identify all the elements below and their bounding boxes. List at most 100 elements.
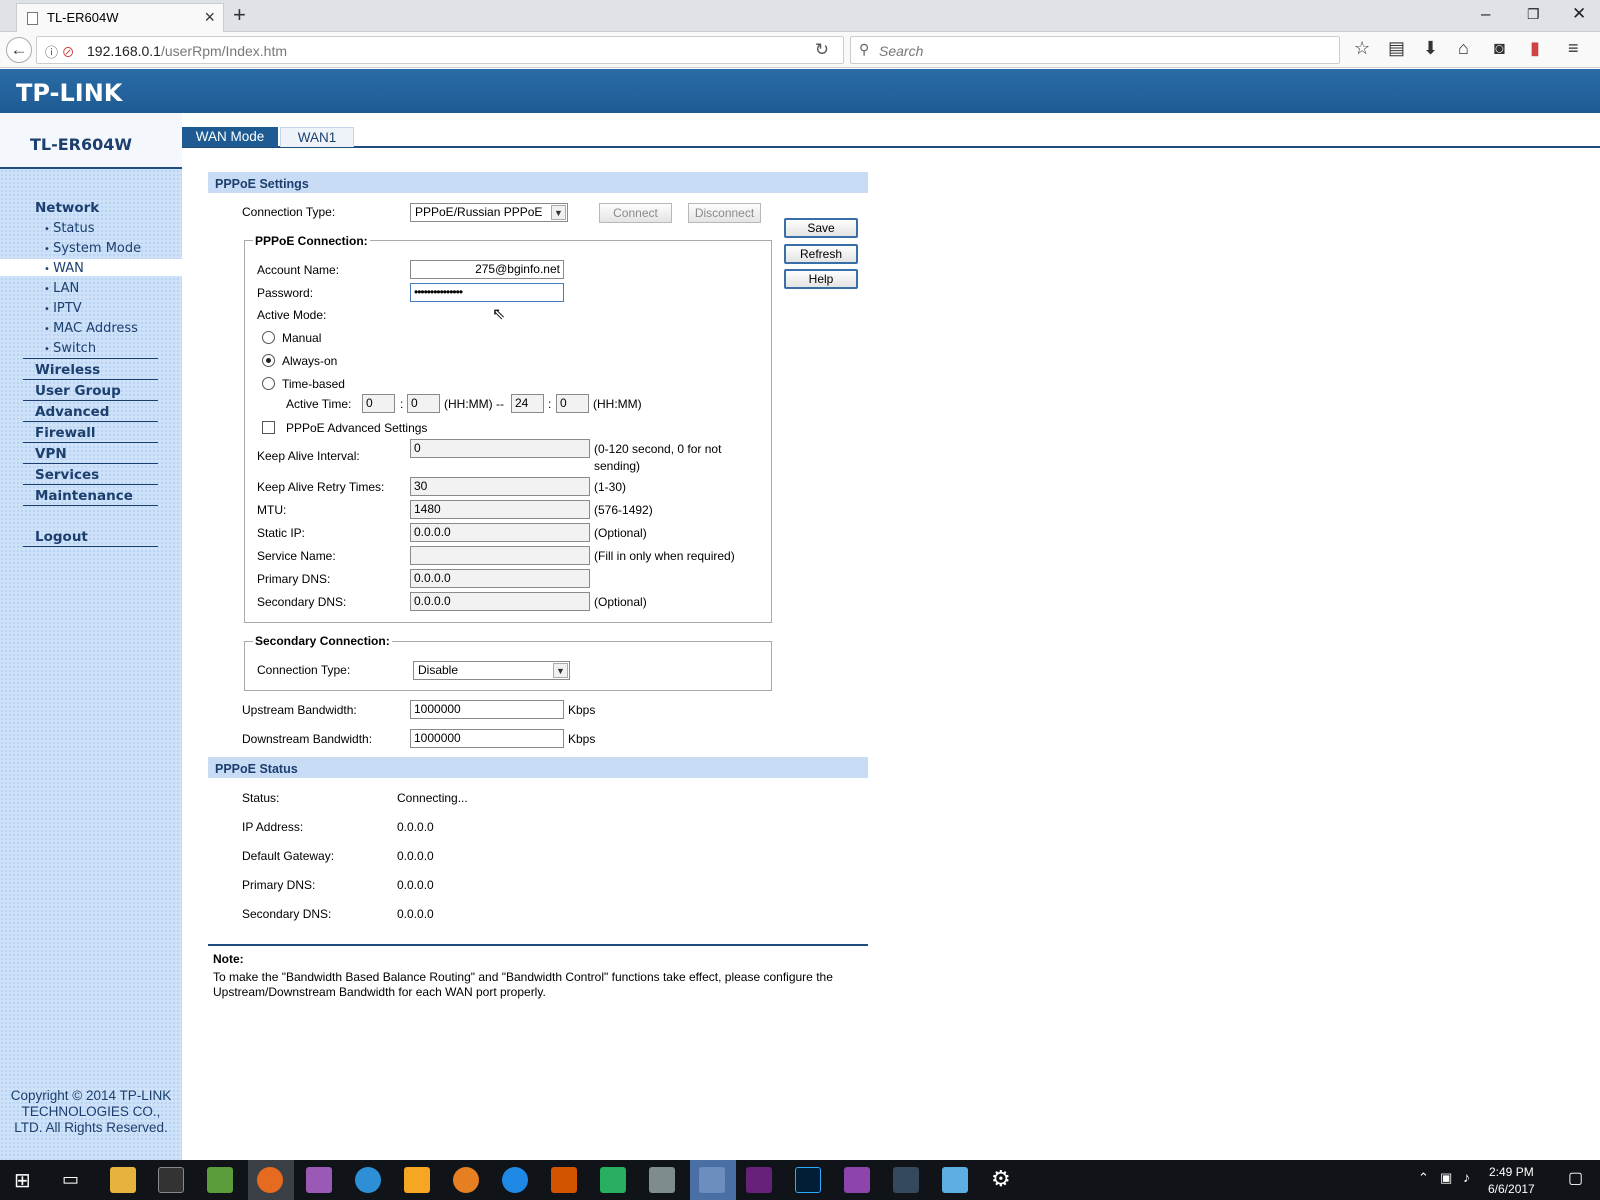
- status-label: Status:: [242, 791, 280, 805]
- upstream-bandwidth-input[interactable]: 1000000: [410, 700, 564, 719]
- url-bar[interactable]: ⓘ ⊘ 192.168.0.1/userRpm/Index.htm ↻: [36, 36, 844, 64]
- mtu-input[interactable]: 1480: [410, 500, 590, 519]
- menu-firewall[interactable]: Firewall: [35, 425, 96, 441]
- end-hour-input[interactable]: 24: [511, 394, 544, 413]
- end-minute-input[interactable]: 0: [556, 394, 589, 413]
- page-icon: [27, 12, 38, 25]
- start-hour-input[interactable]: 0: [362, 394, 395, 413]
- windows-start-icon[interactable]: ⊞: [14, 1168, 31, 1193]
- status-primary-dns-label: Primary DNS:: [242, 878, 316, 892]
- task-view-icon[interactable]: ▭: [62, 1169, 79, 1190]
- service-name-input[interactable]: [410, 546, 590, 565]
- tray-chevron-up-icon[interactable]: ⌃: [1418, 1170, 1429, 1186]
- menu-item-switch[interactable]: Switch: [44, 341, 96, 356]
- primary-dns-input[interactable]: 0.0.0.0: [410, 569, 590, 588]
- advanced-settings-label: PPPoE Advanced Settings: [286, 421, 428, 435]
- mode-time-based-radio[interactable]: [262, 377, 275, 390]
- firefox-icon[interactable]: [257, 1167, 283, 1193]
- new-tab-icon[interactable]: +: [233, 2, 246, 28]
- pocket-icon[interactable]: ◙: [1494, 38, 1505, 59]
- downstream-bandwidth-input[interactable]: 1000000: [410, 729, 564, 748]
- browser-tab[interactable]: TL-ER604W ×: [16, 3, 224, 32]
- menu-advanced[interactable]: Advanced: [35, 404, 109, 420]
- menu-divider: [23, 546, 158, 547]
- connect-button[interactable]: Connect: [599, 203, 672, 223]
- settings-icon[interactable]: ⚙: [991, 1166, 1011, 1192]
- app-icon[interactable]: [404, 1167, 430, 1193]
- tray-clock[interactable]: 2:49 PM 6/6/2017: [1488, 1164, 1535, 1198]
- download-icon[interactable]: ⬇: [1423, 38, 1438, 59]
- menu-icon[interactable]: ≡: [1568, 38, 1579, 59]
- save-button[interactable]: Save: [784, 218, 858, 238]
- window-close-icon[interactable]: ✕: [1572, 4, 1586, 24]
- close-tab-icon[interactable]: ×: [204, 7, 215, 28]
- advanced-settings-checkbox[interactable]: [262, 421, 275, 434]
- app-icon[interactable]: [844, 1167, 870, 1193]
- menu-item-system-mode[interactable]: System Mode: [44, 241, 141, 256]
- back-icon[interactable]: ←: [6, 37, 32, 63]
- file-explorer-icon[interactable]: [110, 1167, 136, 1193]
- tools-icon[interactable]: [649, 1167, 675, 1193]
- keep-alive-interval-input[interactable]: 0: [410, 439, 590, 458]
- hhmm-label: (HH:MM): [593, 397, 642, 411]
- menu-divider: [23, 442, 158, 443]
- menu-vpn[interactable]: VPN: [35, 446, 67, 462]
- search-placeholder: Search: [879, 43, 924, 59]
- visual-studio-icon[interactable]: [746, 1167, 772, 1193]
- secondary-dns-input[interactable]: 0.0.0.0: [410, 592, 590, 611]
- minimize-icon[interactable]: –: [1481, 4, 1490, 24]
- app-icon[interactable]: [551, 1167, 577, 1193]
- menu-network[interactable]: Network: [35, 200, 99, 216]
- app-icon[interactable]: [699, 1167, 725, 1193]
- bookmark-star-icon[interactable]: ☆: [1354, 38, 1370, 59]
- pppoe-settings-header: PPPoE Settings: [208, 172, 868, 193]
- app-icon[interactable]: [306, 1167, 332, 1193]
- app-icon[interactable]: [600, 1167, 626, 1193]
- volume-icon[interactable]: ♪: [1463, 1169, 1470, 1185]
- network-icon[interactable]: ▣: [1440, 1170, 1452, 1186]
- static-ip-input[interactable]: 0.0.0.0: [410, 523, 590, 542]
- app-icon[interactable]: [207, 1167, 233, 1193]
- menu-item-wan[interactable]: WAN: [44, 261, 84, 276]
- menu-wireless[interactable]: Wireless: [35, 362, 100, 378]
- menu-logout[interactable]: Logout: [35, 529, 88, 545]
- notifications-icon[interactable]: ▢: [1568, 1168, 1583, 1188]
- account-name-input[interactable]: 275@bginfo.net: [410, 260, 564, 279]
- help-button[interactable]: Help: [784, 269, 858, 289]
- mode-always-on-radio[interactable]: [262, 354, 275, 367]
- disconnect-button[interactable]: Disconnect: [688, 203, 761, 223]
- terminal-icon[interactable]: [158, 1167, 184, 1193]
- tab-wan1[interactable]: WAN1: [280, 127, 354, 147]
- home-icon[interactable]: ⌂: [1458, 38, 1469, 59]
- menu-user-group[interactable]: User Group: [35, 383, 121, 399]
- menu-services[interactable]: Services: [35, 467, 99, 483]
- mtu-label: MTU:: [257, 503, 287, 517]
- start-minute-input[interactable]: 0: [407, 394, 440, 413]
- restore-icon[interactable]: ❐: [1527, 6, 1540, 23]
- menu-maintenance[interactable]: Maintenance: [35, 488, 133, 504]
- password-input[interactable]: •••••••••••••••: [410, 283, 564, 302]
- blender-icon[interactable]: [453, 1167, 479, 1193]
- refresh-button[interactable]: Refresh: [784, 244, 858, 264]
- reload-icon[interactable]: ↻: [815, 40, 829, 60]
- app-icon[interactable]: [893, 1167, 919, 1193]
- photoshop-icon[interactable]: [795, 1167, 821, 1193]
- menu-item-status[interactable]: Status: [44, 221, 94, 236]
- info-icon[interactable]: ⓘ ⊘: [45, 42, 75, 61]
- menu-item-lan[interactable]: LAN: [44, 281, 79, 296]
- app-icon[interactable]: [355, 1167, 381, 1193]
- extension-icon[interactable]: ▮: [1530, 38, 1540, 59]
- url-host: 192.168.0.1: [87, 43, 161, 59]
- menu-item-mac-address[interactable]: MAC Address: [44, 321, 138, 336]
- teamviewer-icon[interactable]: [502, 1167, 528, 1193]
- keep-alive-retry-input[interactable]: 30: [410, 477, 590, 496]
- service-name-hint: (Fill in only when required): [594, 549, 735, 563]
- mode-manual-radio[interactable]: [262, 331, 275, 344]
- connection-type-select[interactable]: PPPoE/Russian PPPoE ▼: [410, 203, 568, 222]
- menu-item-iptv[interactable]: IPTV: [44, 301, 82, 316]
- reading-list-icon[interactable]: ▤: [1388, 38, 1405, 59]
- secondary-connection-type-select[interactable]: Disable ▼: [413, 661, 570, 680]
- tab-wan-mode[interactable]: WAN Mode: [182, 127, 278, 147]
- app-icon[interactable]: [942, 1167, 968, 1193]
- search-input[interactable]: ⚲ Search: [850, 36, 1340, 64]
